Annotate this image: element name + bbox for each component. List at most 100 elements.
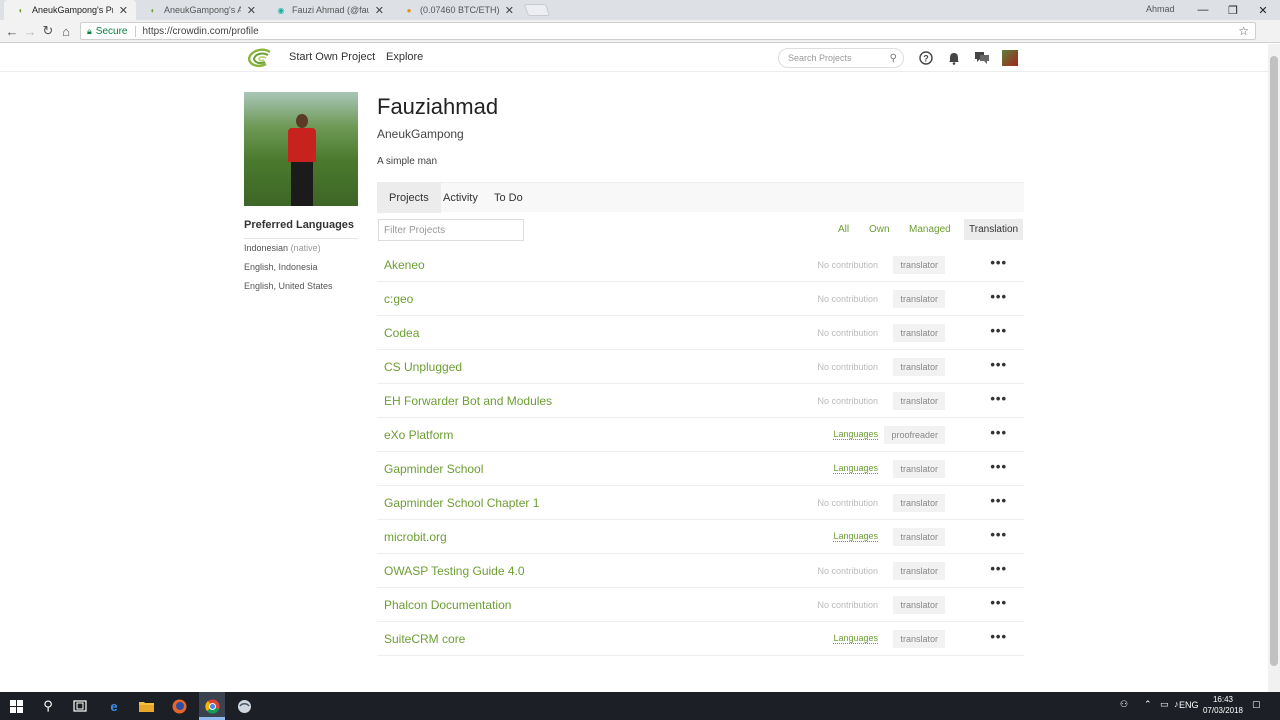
languages-link[interactable]: Languages — [833, 531, 878, 542]
address-bar[interactable]: 🔒︎ Secure https://crowdin.com/profile ☆ — [80, 22, 1256, 40]
project-link[interactable]: Phalcon Documentation — [384, 598, 511, 612]
contribution-status: No contribution — [817, 600, 878, 610]
firefox-icon[interactable] — [168, 696, 190, 716]
minimize-icon[interactable]: — — [1188, 0, 1218, 20]
browser-tab-title: Fauzi Ahmad (@fauziah — [292, 5, 369, 15]
tab-to-do[interactable]: To Do — [482, 183, 535, 213]
people-icon[interactable]: ⚇ — [1120, 699, 1128, 710]
close-tab-icon[interactable]: ✕ — [247, 4, 256, 17]
messages-icon[interactable] — [974, 50, 990, 66]
more-options-icon[interactable]: ••• — [990, 527, 1007, 542]
filter-projects-input[interactable]: Filter Projects — [378, 219, 524, 241]
input-language[interactable]: ENG — [1179, 700, 1199, 710]
more-options-icon[interactable]: ••• — [990, 357, 1007, 372]
action-center-icon[interactable]: ▢ — [1252, 699, 1261, 710]
more-options-icon[interactable]: ••• — [990, 595, 1007, 610]
search-icon[interactable]: ⚲ — [37, 696, 59, 716]
back-arrow-icon[interactable]: ← — [4, 23, 20, 39]
nav-explore[interactable]: Explore — [386, 51, 423, 63]
project-link[interactable]: CS Unplugged — [384, 360, 462, 374]
project-link[interactable]: EH Forwarder Bot and Modules — [384, 394, 552, 408]
table-row: EH Forwarder Bot and Modules No contribu… — [377, 384, 1024, 418]
help-icon[interactable]: ? — [918, 50, 934, 66]
role-badge: translator — [893, 596, 945, 614]
task-view-icon[interactable] — [69, 696, 91, 716]
nav-start-own-project[interactable]: Start Own Project — [289, 51, 375, 63]
browser-tab-profile[interactable]: ◐ AneukGampong's Profile ✕ — [4, 0, 136, 20]
role-badge: translator — [893, 562, 945, 580]
project-link[interactable]: Codea — [384, 326, 419, 340]
languages-link[interactable]: Languages — [833, 463, 878, 474]
table-row: Akeneo No contribution translator ••• — [377, 248, 1024, 282]
search-icon[interactable]: ⚲ — [890, 53, 897, 64]
browser-tab-steemit[interactable]: ◉ Fauzi Ahmad (@fauziah ✕ — [264, 0, 392, 20]
close-tab-icon[interactable]: ✕ — [375, 4, 384, 17]
role-badge: translator — [893, 630, 945, 648]
project-link[interactable]: Gapminder School Chapter 1 — [384, 496, 539, 510]
filter-all[interactable]: All — [838, 219, 849, 240]
preferred-languages-title: Preferred Languages — [244, 219, 355, 231]
project-link[interactable]: microbit.org — [384, 530, 447, 544]
more-options-icon[interactable]: ••• — [990, 459, 1007, 474]
browser-profile-name[interactable]: Ahmad — [1146, 4, 1175, 14]
browser-tab-title: (0.07460 BTC/ETH) ETH/B — [420, 5, 499, 15]
new-tab-button[interactable] — [523, 4, 551, 16]
app-icon[interactable] — [233, 696, 255, 716]
volume-icon[interactable]: ♪ — [1174, 699, 1179, 709]
secure-label: Secure — [95, 25, 128, 37]
scrollbar-thumb[interactable] — [1270, 56, 1278, 666]
browser-tab-activity[interactable]: ◐ AneukGampong's Activit ✕ — [136, 0, 264, 20]
reload-icon[interactable]: ↻ — [40, 23, 56, 39]
windows-start-icon[interactable] — [5, 696, 27, 716]
network-icon[interactable]: ▭ — [1160, 699, 1169, 710]
tray-chevron-up-icon[interactable]: ⌃ — [1144, 699, 1152, 710]
home-icon[interactable]: ⌂ — [58, 23, 74, 39]
more-options-icon[interactable]: ••• — [990, 493, 1007, 508]
close-tab-icon[interactable]: ✕ — [119, 4, 128, 17]
edge-browser-icon[interactable]: e — [103, 696, 125, 716]
filter-own[interactable]: Own — [869, 219, 890, 240]
role-badge: translator — [893, 358, 945, 376]
close-tab-icon[interactable]: ✕ — [505, 4, 514, 17]
site-header: Start Own Project Explore Search Project… — [0, 44, 1268, 72]
notifications-bell-icon[interactable] — [946, 50, 962, 66]
forward-arrow-icon[interactable]: → — [22, 23, 38, 39]
table-row: CS Unplugged No contribution translator … — [377, 350, 1024, 384]
address-separator — [135, 25, 137, 37]
contribution-status: No contribution — [817, 362, 878, 372]
svg-text:?: ? — [923, 54, 929, 64]
filter-translation[interactable]: Translation — [964, 219, 1024, 240]
project-link[interactable]: Akeneo — [384, 258, 425, 272]
more-options-icon[interactable]: ••• — [990, 391, 1007, 406]
table-row: Phalcon Documentation No contribution tr… — [377, 588, 1024, 622]
more-options-icon[interactable]: ••• — [990, 323, 1007, 338]
project-link[interactable]: SuiteCRM core — [384, 632, 465, 646]
close-window-icon[interactable]: ✕ — [1248, 0, 1278, 20]
project-link[interactable]: Gapminder School — [384, 462, 483, 476]
profile-username: AneukGampong — [377, 127, 464, 141]
file-explorer-icon[interactable] — [135, 696, 157, 716]
more-options-icon[interactable]: ••• — [990, 561, 1007, 576]
browser-tab-exchange[interactable]: ● (0.07460 BTC/ETH) ETH/B ✕ — [392, 0, 522, 20]
project-link[interactable]: c:geo — [384, 292, 413, 306]
more-options-icon[interactable]: ••• — [990, 289, 1007, 304]
role-badge: translator — [893, 256, 945, 274]
restore-icon[interactable]: ❐ — [1218, 0, 1248, 20]
chrome-icon[interactable] — [201, 696, 223, 716]
crowdin-logo-icon[interactable] — [246, 48, 272, 68]
more-options-icon[interactable]: ••• — [990, 255, 1007, 270]
page-scrollbar[interactable] — [1268, 44, 1280, 692]
contribution-status: No contribution — [817, 294, 878, 304]
bookmark-star-icon[interactable]: ☆ — [1238, 24, 1249, 38]
taskbar-clock[interactable]: 16:43 07/03/2018 — [1198, 694, 1248, 716]
user-avatar[interactable] — [1002, 50, 1018, 66]
languages-link[interactable]: Languages — [833, 633, 878, 644]
search-projects-input[interactable]: Search Projects ⚲ — [778, 48, 904, 68]
more-options-icon[interactable]: ••• — [990, 629, 1007, 644]
more-options-icon[interactable]: ••• — [990, 425, 1007, 440]
project-link[interactable]: OWASP Testing Guide 4.0 — [384, 564, 525, 578]
filter-managed[interactable]: Managed — [909, 219, 951, 240]
role-badge: translator — [893, 460, 945, 478]
languages-link[interactable]: Languages — [833, 429, 878, 440]
project-link[interactable]: eXo Platform — [384, 428, 453, 442]
